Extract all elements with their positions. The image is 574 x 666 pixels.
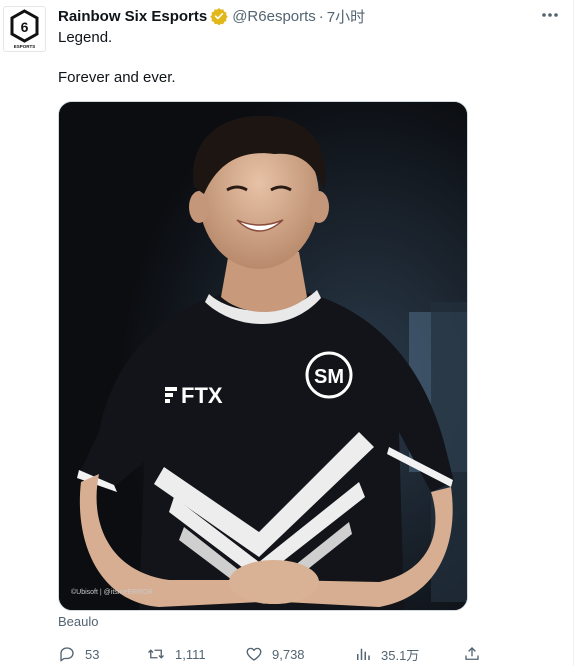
like-button[interactable]: 9,738	[245, 644, 305, 664]
retweet-button[interactable]: 1,111	[146, 644, 206, 664]
tweet-text-line-2: Forever and ever.	[58, 69, 176, 86]
author-display-name[interactable]: Rainbow Six Esports	[58, 8, 207, 25]
tweet-actions-bar: 53 1,111 9,738 35.1万	[58, 644, 498, 664]
avatar-logo-text: ESPORTS	[14, 44, 36, 49]
author-handle[interactable]: @R6esports	[232, 8, 316, 25]
player-photo: FTX SM ©Ubisoft | @itsmeERROR	[59, 102, 467, 610]
like-count: 9,738	[272, 646, 305, 662]
reply-count: 53	[85, 646, 100, 662]
retweet-icon	[148, 649, 164, 659]
verified-badge-icon[interactable]	[210, 7, 228, 25]
tweet-media-photo[interactable]: FTX SM ©Ubisoft | @itsmeERROR	[58, 101, 468, 611]
avatar-logo-numeral: 6	[21, 19, 29, 35]
reply-icon	[60, 647, 74, 662]
reply-button[interactable]: 53	[58, 644, 99, 664]
r6-logo-icon: 6 ESPORTS	[10, 9, 39, 49]
tweet-header: Rainbow Six Esports @R6esports · 7小时	[58, 5, 365, 27]
views-button[interactable]: 35.1万	[354, 644, 419, 664]
media-caption: Beaulo	[58, 614, 99, 629]
views-count: 35.1万	[381, 647, 420, 663]
share-button[interactable]	[463, 644, 481, 664]
more-options-button[interactable]	[539, 6, 561, 24]
jersey-badge-label: SM	[314, 366, 344, 388]
heart-icon	[246, 647, 262, 661]
more-dots-icon	[542, 13, 558, 17]
share-icon	[465, 647, 479, 660]
author-avatar[interactable]: 6 ESPORTS	[3, 6, 46, 52]
photo-credit: ©Ubisoft | @itsmeERROR	[71, 588, 153, 596]
tweet-timestamp[interactable]: 7小时	[327, 6, 365, 27]
tweet-card[interactable]: 6 ESPORTS Rainbow Six Esports @R6esports…	[0, 0, 574, 666]
jersey-sponsor-label: FTX	[181, 383, 223, 408]
header-separator: ·	[318, 7, 324, 25]
tweet-text-line-1: Legend.	[58, 29, 113, 46]
views-chart-icon	[357, 648, 370, 660]
retweet-count: 1,111	[175, 646, 206, 662]
